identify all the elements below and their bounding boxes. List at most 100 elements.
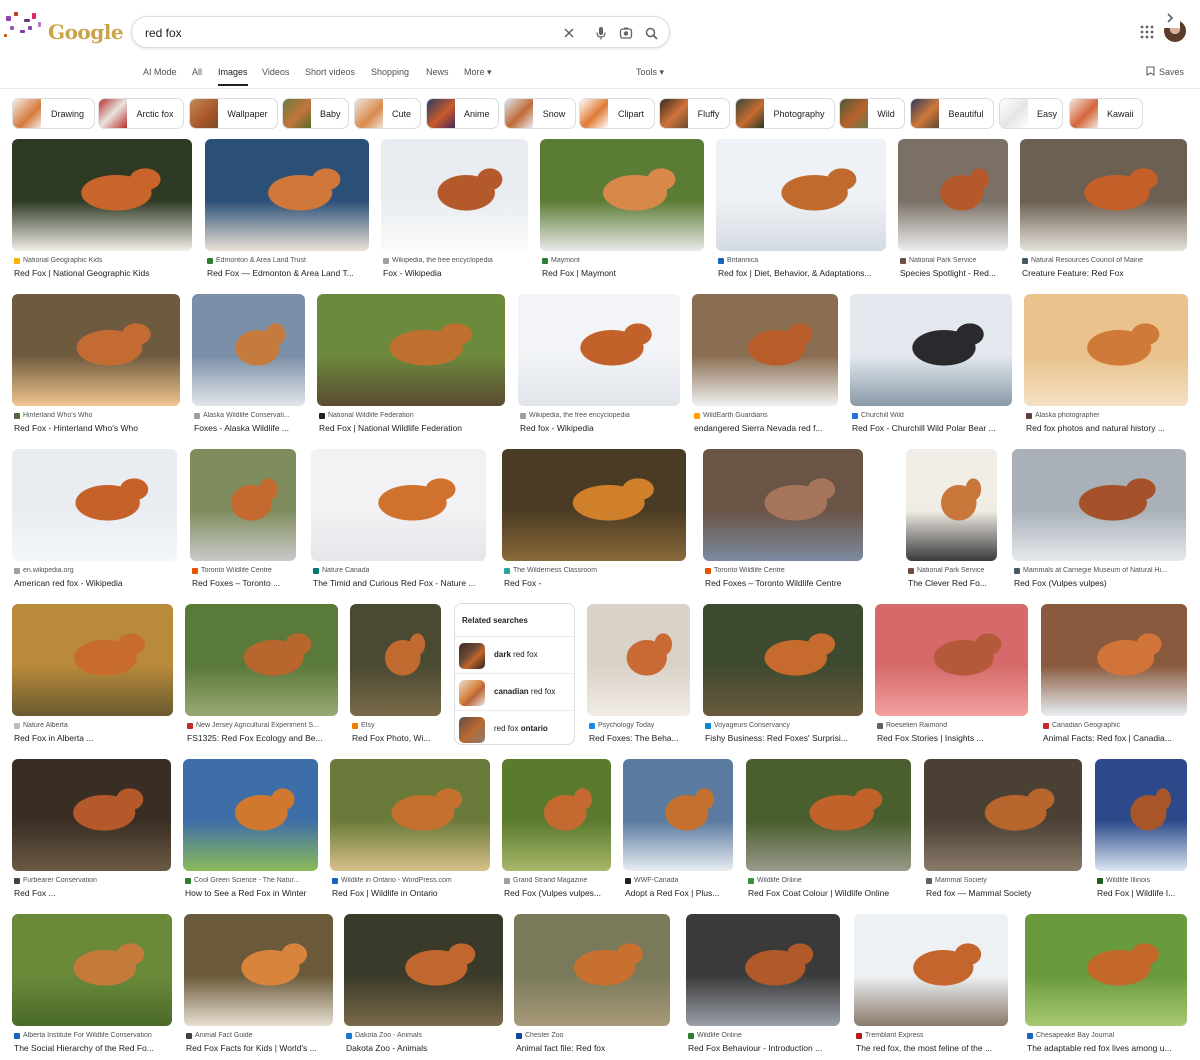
result-title[interactable]: The Clever Red Fo... — [908, 578, 997, 588]
red-fox-photo[interactable] — [12, 759, 171, 871]
image-result[interactable]: National Park Service Species Spotlight -… — [898, 139, 1008, 281]
image-result[interactable]: WildEarth Guardians endangered Sierra Nev… — [692, 294, 838, 436]
image-result[interactable]: Wildlife in Ontario - WordPress.com Red F… — [330, 759, 490, 901]
result-title[interactable]: How to See a Red Fox in Winter — [185, 888, 318, 898]
red-fox-photo[interactable] — [317, 294, 505, 406]
result-title[interactable]: Red Fox Facts for Kids | World's ... — [186, 1043, 333, 1053]
image-result[interactable]: The Wilderness Classroom Red Fox - — [502, 449, 686, 591]
red-fox-photo[interactable] — [1012, 449, 1186, 561]
image-result[interactable]: Wildlife Online Red Fox Behaviour - Intro… — [686, 914, 840, 1056]
image-result[interactable]: Etsy Red Fox Photo, Wi... — [350, 604, 441, 746]
image-result[interactable]: National Wildlife Federation Red Fox | Na… — [317, 294, 505, 436]
result-title[interactable]: Adopt a Red Fox | Plus... — [625, 888, 733, 898]
red-fox-photo[interactable] — [1095, 759, 1187, 871]
tab-videos[interactable]: Videos — [262, 67, 289, 77]
search-input[interactable] — [145, 23, 545, 43]
result-title[interactable]: Red fox — Mammal Society — [926, 888, 1082, 898]
tools-button[interactable]: Tools ▾ — [636, 67, 664, 78]
result-source[interactable]: Toronto Wildlife Centre — [192, 567, 296, 574]
result-title[interactable]: FS1325: Red Fox Ecology and Be... — [187, 733, 338, 743]
chip-baby[interactable]: Baby — [282, 98, 349, 129]
red-fox-photo[interactable] — [587, 604, 690, 716]
result-source[interactable]: Alaska Wildlife Conservati... — [194, 412, 305, 419]
red-fox-photo[interactable] — [350, 604, 441, 716]
red-fox-photo[interactable] — [518, 294, 680, 406]
result-source[interactable]: WildEarth Guardians — [694, 412, 838, 419]
red-fox-photo[interactable] — [185, 604, 338, 716]
image-result[interactable]: Voyageurs Conservancy Fishy Business: Red… — [703, 604, 863, 746]
result-title[interactable]: Fishy Business: Red Foxes' Surprisi... — [705, 733, 863, 743]
related-search-item[interactable]: canadian red fox — [455, 673, 574, 710]
result-source[interactable]: en.wikipedia.org — [14, 567, 177, 574]
result-source[interactable]: Britannica — [718, 257, 886, 264]
image-result[interactable]: en.wikipedia.org American red fox - Wikip… — [12, 449, 177, 591]
result-title[interactable]: The Social Hierarchy of the Red Fo... — [14, 1043, 172, 1053]
result-title[interactable]: Red Fox (Vulpes vulpes) — [1014, 578, 1186, 588]
chip-anime[interactable]: Anime — [426, 98, 499, 129]
image-result[interactable]: Cool Green Science - The Natur... How to … — [183, 759, 318, 901]
red-fox-photo[interactable] — [1020, 139, 1187, 251]
microphone-icon[interactable] — [592, 24, 610, 42]
result-source[interactable]: Wildlife in Ontario - WordPress.com — [332, 877, 490, 884]
red-fox-photo[interactable] — [623, 759, 733, 871]
result-source[interactable]: Tremblant Express — [856, 1032, 1008, 1039]
red-fox-photo[interactable] — [192, 294, 305, 406]
result-source[interactable]: National Park Service — [900, 257, 1008, 264]
result-source[interactable]: Wildlife Online — [688, 1032, 840, 1039]
image-result[interactable]: Wikipedia, the free encyclopedia Red fox … — [518, 294, 680, 436]
tab-shopping[interactable]: Shopping — [371, 67, 409, 77]
image-result[interactable]: Britannica Red fox | Diet, Behavior, & Ad… — [716, 139, 886, 281]
chip-clipart[interactable]: Clipart — [579, 98, 655, 129]
result-title[interactable]: American red fox - Wikipedia — [14, 578, 177, 588]
image-result[interactable]: Nature Canada The Timid and Curious Red F… — [311, 449, 486, 591]
red-fox-photo[interactable] — [924, 759, 1082, 871]
result-source[interactable]: Alberta Institute For Wildlife Conservat… — [14, 1032, 172, 1039]
image-result[interactable]: Animal Fact Guide Red Fox Facts for Kids … — [184, 914, 333, 1056]
result-title[interactable]: Red Fox - Hinterland Who's Who — [14, 423, 180, 433]
result-title[interactable]: The adaptable red fox lives among u... — [1027, 1043, 1187, 1053]
result-source[interactable]: Cool Green Science - The Natur... — [185, 877, 318, 884]
result-source[interactable]: Maymont — [542, 257, 704, 264]
red-fox-photo[interactable] — [502, 449, 686, 561]
red-fox-photo[interactable] — [692, 294, 838, 406]
result-title[interactable]: Red Fox in Alberta ... — [14, 733, 173, 743]
chip-snow[interactable]: Snow — [504, 98, 576, 129]
apps-grid-icon[interactable] — [1139, 24, 1155, 40]
related-search-item[interactable]: red fox ontario — [455, 710, 574, 747]
result-source[interactable]: National Geographic Kids — [14, 257, 192, 264]
result-source[interactable]: Alaska photographer — [1026, 412, 1188, 419]
result-source[interactable]: National Wildlife Federation — [319, 412, 505, 419]
chip-cute[interactable]: Cute — [354, 98, 421, 129]
image-result[interactable]: Toronto Wildlife Centre Red Foxes – Toron… — [703, 449, 863, 591]
result-title[interactable]: Red fox - Wikipedia — [520, 423, 680, 433]
red-fox-photo[interactable] — [746, 759, 911, 871]
result-title[interactable]: Red Fox | Wildlife in Ontario — [332, 888, 490, 898]
chip-drawing[interactable]: Drawing — [12, 98, 95, 129]
image-result[interactable]: Toronto Wildlife Centre Red Foxes – Toron… — [190, 449, 296, 591]
red-fox-photo[interactable] — [311, 449, 486, 561]
red-fox-photo[interactable] — [514, 914, 670, 1026]
result-source[interactable]: WWF-Canada — [625, 877, 733, 884]
result-title[interactable]: Fox - Wikipedia — [383, 268, 528, 278]
result-source[interactable]: Grand Strand Magazine — [504, 877, 611, 884]
result-title[interactable]: Creature Feature: Red Fox — [1022, 268, 1187, 278]
result-source[interactable]: Furbearer Conservation — [14, 877, 171, 884]
result-title[interactable]: Red Fox - Churchill Wild Polar Bear ... — [852, 423, 1012, 433]
image-result[interactable]: Maymont Red Fox | Maymont — [540, 139, 704, 281]
saves-button[interactable]: Saves — [1146, 66, 1184, 78]
image-result[interactable]: National Geographic Kids Red Fox | Nation… — [12, 139, 192, 281]
red-fox-photo[interactable] — [898, 139, 1008, 251]
red-fox-photo[interactable] — [381, 139, 528, 251]
result-title[interactable]: Red Fox - — [504, 578, 686, 588]
image-result[interactable]: Canadian Geographic Animal Facts: Red fox… — [1041, 604, 1187, 746]
red-fox-photo[interactable] — [12, 294, 180, 406]
image-result[interactable]: Chesapeake Bay Journal The adaptable red … — [1025, 914, 1187, 1056]
chevron-right-icon[interactable] — [1160, 8, 1180, 28]
red-fox-photo[interactable] — [184, 914, 333, 1026]
result-title[interactable]: endangered Sierra Nevada red f... — [694, 423, 838, 433]
result-title[interactable]: Red Fox Coat Colour | Wildlife Online — [748, 888, 911, 898]
red-fox-photo[interactable] — [716, 139, 886, 251]
result-source[interactable]: Chester Zoo — [516, 1032, 670, 1039]
red-fox-photo[interactable] — [183, 759, 318, 871]
result-source[interactable]: Nature Canada — [313, 567, 486, 574]
